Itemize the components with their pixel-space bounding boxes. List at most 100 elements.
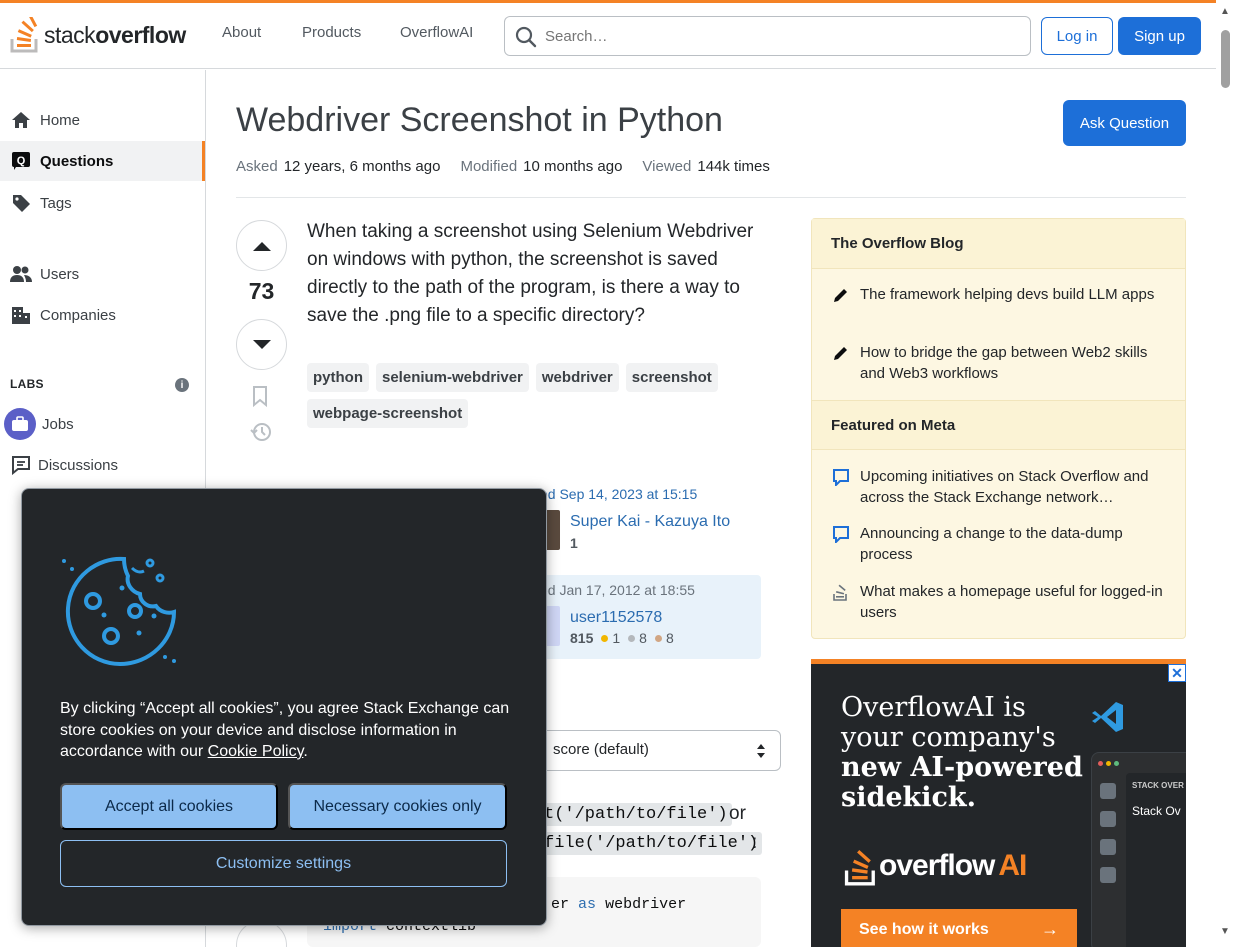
meta-section-title: Featured on Meta — [812, 400, 1185, 450]
meta-item-link[interactable]: What makes a homepage useful for logged-… — [860, 581, 1170, 623]
search-input[interactable] — [545, 26, 1015, 46]
edited-timestamp[interactable]: ed Sep 14, 2023 at 15:15 — [540, 486, 697, 502]
sidebar-item-label: Tags — [40, 194, 72, 212]
login-button[interactable]: Log in — [1041, 17, 1113, 55]
asker-stats: 815 1 8 8 — [570, 630, 674, 646]
upvote-arrow-icon — [252, 241, 271, 251]
overflow-blog-widget: The Overflow Blog The framework helping … — [811, 218, 1186, 639]
top-header: stackoverflow About Products OverflowAI … — [0, 3, 1216, 69]
tag-selenium-webdriver[interactable]: selenium-webdriver — [376, 363, 529, 392]
bookmark-icon[interactable] — [250, 385, 270, 410]
sidebar-item-label: Home — [40, 111, 81, 129]
history-icon[interactable] — [250, 421, 272, 446]
editor-name-link[interactable]: Super Kai - Kazuya Ito — [570, 513, 730, 531]
cookie-policy-link[interactable]: Cookie Policy — [208, 743, 304, 760]
nav-about[interactable]: About — [222, 24, 261, 41]
scroll-down-arrow-icon[interactable]: ▼ — [1220, 926, 1230, 937]
ad-headline: OverflowAI is your company's new AI-powe… — [841, 693, 1086, 813]
page-title[interactable]: Webdriver Screenshot in Python — [236, 101, 723, 140]
sidebar-item-discussions[interactable]: Discussions — [0, 445, 205, 485]
necessary-cookies-button[interactable]: Necessary cookies only — [288, 783, 507, 830]
meta-viewed: Viewed 144k times — [642, 158, 770, 175]
scroll-up-arrow-icon[interactable]: ▲ — [1220, 6, 1230, 17]
sidebar-item-label: Questions — [40, 152, 114, 170]
arrow-right-icon: → — [1041, 919, 1059, 939]
stackoverflow-logo[interactable]: stackoverflow — [10, 15, 186, 55]
sidebar-item-companies[interactable]: Companies — [0, 295, 205, 335]
ask-question-button[interactable]: Ask Question — [1063, 100, 1186, 146]
ad-brand-ai: AI — [998, 849, 1027, 882]
asked-timestamp[interactable]: ed Jan 17, 2012 at 18:55 — [540, 582, 695, 598]
sort-value: score (default) — [553, 741, 649, 758]
sidebar-item-jobs[interactable]: Jobs — [0, 404, 205, 444]
sidebar-item-home[interactable]: Home — [0, 100, 205, 140]
signup-button[interactable]: Sign up — [1118, 17, 1201, 55]
silver-badge-count: 8 — [639, 630, 647, 646]
meta-item-link[interactable]: Upcoming initiatives on Stack Overflow a… — [860, 466, 1170, 508]
nav-products[interactable]: Products — [302, 24, 361, 41]
nav-overflowai[interactable]: OverflowAI — [400, 24, 473, 41]
meta-chat-icon — [833, 526, 849, 543]
sidebar-item-label: Companies — [40, 306, 116, 324]
question-tags: python selenium-webdriver webdriver scre… — [307, 363, 737, 428]
question-body: When taking a screenshot using Selenium … — [307, 221, 754, 326]
stackoverflow-logo-icon — [10, 17, 38, 53]
overflowai-brand: overflow AI — [843, 846, 1027, 886]
tag-screenshot[interactable]: screenshot — [625, 363, 718, 392]
tag-webdriver[interactable]: webdriver — [535, 363, 619, 392]
questions-icon: Q — [10, 150, 32, 172]
blog-item-link[interactable]: How to bridge the gap between Web2 skill… — [860, 342, 1170, 384]
ad-brand-text: overflow — [879, 849, 995, 882]
jobs-icon — [4, 408, 36, 440]
tag-python[interactable]: python — [307, 363, 369, 392]
ad-cta-button[interactable]: See how it works → — [841, 909, 1077, 947]
customize-settings-button[interactable]: Customize settings — [60, 840, 507, 887]
answer-sort-select[interactable]: score (default) — [540, 730, 781, 771]
labs-heading: LABS — [10, 377, 44, 391]
code-keyword: as — [578, 896, 597, 913]
tag-webpage-screenshot[interactable]: webpage-screenshot — [307, 399, 469, 428]
vote-count: 73 — [248, 278, 275, 304]
discussions-icon — [10, 454, 32, 476]
meta-item-link[interactable]: Announcing a change to the data-dump pro… — [860, 523, 1170, 565]
code-token: er — [551, 896, 570, 913]
bronze-badge-icon — [654, 634, 662, 642]
sidebar-item-questions[interactable]: Q Questions — [0, 141, 205, 181]
inline-code-1: t('/path/to/file') — [540, 803, 732, 826]
ad-headline-line: new AI-powered — [841, 752, 1083, 783]
tag-icon — [10, 192, 32, 214]
page-scrollbar[interactable]: ▲ ▼ — [1216, 0, 1235, 947]
overflowai-ad[interactable]: ✕ OverflowAI is your company's new AI-po… — [811, 659, 1186, 947]
downvote-button[interactable] — [236, 319, 287, 370]
search-box[interactable] — [504, 16, 1031, 56]
sidebar-item-label: Discussions — [38, 456, 119, 474]
vscode-icon — [1092, 702, 1123, 732]
meta-modified: Modified 10 months ago — [460, 158, 623, 175]
sidebar-item-tags[interactable]: Tags — [0, 183, 205, 223]
sidebar-item-users[interactable]: Users — [0, 254, 205, 294]
meta-chat-icon — [833, 469, 849, 486]
title-divider — [236, 197, 1186, 198]
users-icon — [10, 263, 32, 285]
cookie-message: By clicking “Accept all cookies”, you ag… — [60, 698, 510, 763]
inline-code-2: file('/path/to/file') — [540, 832, 763, 855]
asker-name-link[interactable]: user1152578 — [570, 609, 662, 627]
pencil-icon — [834, 347, 847, 360]
pencil-icon — [834, 289, 847, 302]
ad-headline-line: sidekick. — [841, 782, 977, 813]
question-meta: Asked 12 years, 6 months ago Modified 10 m… — [236, 158, 770, 175]
meta-asked: Asked 12 years, 6 months ago — [236, 158, 441, 175]
accept-all-cookies-button[interactable]: Accept all cookies — [60, 783, 278, 830]
scrollbar-thumb[interactable] — [1221, 30, 1230, 88]
ad-close-icon[interactable]: ✕ — [1168, 664, 1186, 682]
logo-suffix: overflow — [95, 21, 186, 48]
ad-mock-title: STACK OVER — [1132, 781, 1184, 790]
blog-item-link[interactable]: The framework helping devs build LLM app… — [860, 284, 1170, 305]
companies-icon — [10, 304, 32, 326]
cookie-message-end: . — [303, 743, 308, 760]
info-icon[interactable]: i — [175, 378, 189, 392]
search-icon — [515, 26, 537, 48]
upvote-button[interactable] — [236, 220, 287, 271]
gold-badge-count: 1 — [612, 630, 621, 646]
silver-badge-icon — [628, 634, 636, 642]
